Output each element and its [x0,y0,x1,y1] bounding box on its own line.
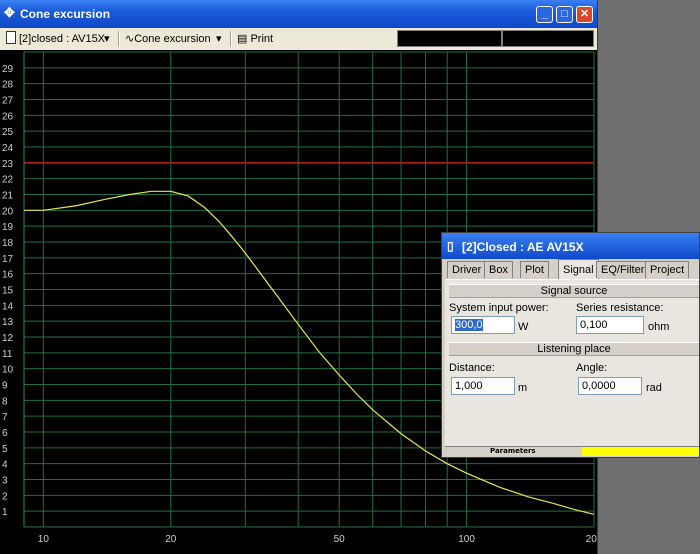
toolbar: [2]closed : AV15X ▾ ∿Cone excursion ▾ ▤ … [0,28,597,51]
document-icon: ▯ [447,239,454,253]
power-value: 300,0 [455,319,483,331]
y-tick-label: 14 [2,301,14,312]
print-label: Print [250,33,274,45]
title-bar[interactable]: ✥ Cone excursion _ □ ✕ [0,0,597,28]
resistance-input[interactable]: 0,100 [576,316,644,334]
y-tick-label: 19 [2,222,14,233]
x-tick-label: 10 [38,534,50,545]
x-tick-label: 100 [458,534,475,545]
status-indicator [582,447,699,456]
resistance-unit: ohm [648,321,670,333]
close-button[interactable]: ✕ [576,6,593,23]
driver-dialog: ▯ [2]Closed : AE AV15X Driver Box Plot S… [441,232,700,458]
angle-label: Angle: [576,362,608,374]
y-tick-label: 2 [2,491,8,502]
y-tick-label: 9 [2,381,8,392]
y-tick-label: 6 [2,428,8,439]
x-tick-label: 50 [334,534,346,545]
y-tick-label: 1 [2,507,8,518]
tab-project[interactable]: Project [645,261,690,278]
y-tick-label: 5 [2,444,8,455]
dialog-title-bar[interactable]: ▯ [2]Closed : AE AV15X [442,233,699,259]
graph-selector-label: Cone excursion [134,33,211,45]
readout-box [502,30,594,47]
dialog-status-bar: Parameters [445,446,699,457]
y-tick-label: 27 [2,96,14,107]
y-tick-label: 21 [2,191,14,202]
waveform-icon: ∿ [125,33,135,45]
x-tick-label: 20 [165,534,177,545]
y-tick-label: 26 [2,111,14,122]
project-selector[interactable]: [2]closed : AV15X [6,31,105,47]
power-label: System input power: [449,302,549,314]
power-input[interactable]: 300,0 [451,316,515,334]
minimize-button[interactable]: _ [536,6,553,23]
graph-selector[interactable]: ∿Cone excursion [125,31,211,47]
y-tick-label: 15 [2,286,14,297]
document-icon [6,31,16,44]
x-tick-label: 200 [586,534,597,545]
y-tick-label: 12 [2,333,14,344]
y-tick-label: 8 [2,396,8,407]
y-tick-label: 10 [2,365,14,376]
y-tick-label: 22 [2,175,14,186]
tab-plot[interactable]: Plot [520,261,549,278]
listening-place-heading: Listening place [449,342,699,356]
y-tick-label: 17 [2,254,14,265]
y-tick-label: 11 [2,349,13,360]
move-icon: ✥ [4,5,15,20]
tab-eq-filter[interactable]: EQ/Filter [596,261,650,278]
signal-tab-panel: Signal source System input power: Series… [445,279,699,447]
y-tick-label: 4 [2,460,8,471]
project-selector-label: [2]closed : AV15X [19,33,106,45]
y-tick-label: 23 [2,159,14,170]
tab-box[interactable]: Box [484,261,513,278]
y-tick-label: 18 [2,238,14,249]
tab-signal[interactable]: Signal [558,259,599,279]
chevron-down-icon[interactable]: ▾ [216,31,222,47]
window-title: Cone excursion [20,7,111,21]
angle-input[interactable]: 0,0000 [578,377,642,395]
y-tick-label: 13 [2,317,14,328]
printer-icon: ▤ [237,33,248,45]
readout-box [397,30,502,47]
distance-unit: m [518,382,528,394]
distance-label: Distance: [449,362,495,374]
y-tick-label: 3 [2,476,8,487]
dialog-tabs: Driver Box Plot Signal EQ/Filter Project [445,259,699,279]
y-tick-label: 28 [2,80,14,91]
status-text: Parameters [490,447,536,455]
toolbar-separator [230,31,232,47]
signal-source-heading: Signal source [449,284,699,298]
angle-unit: rad [646,382,662,394]
dialog-title: [2]Closed : AE AV15X [462,240,584,254]
power-unit: W [518,321,529,333]
y-tick-label: 7 [2,412,8,423]
y-tick-label: 29 [2,64,14,75]
tab-driver[interactable]: Driver [447,261,487,278]
y-tick-label: 20 [2,206,14,217]
y-tick-label: 16 [2,270,14,281]
print-button[interactable]: ▤ Print [237,31,273,47]
maximize-button[interactable]: □ [556,6,573,23]
y-tick-label: 25 [2,127,14,138]
chevron-down-icon[interactable]: ▾ [104,31,110,47]
y-tick-label: 24 [2,143,14,154]
resistance-label: Series resistance: [576,302,664,314]
toolbar-separator [118,31,120,47]
distance-input[interactable]: 1,000 [451,377,515,395]
